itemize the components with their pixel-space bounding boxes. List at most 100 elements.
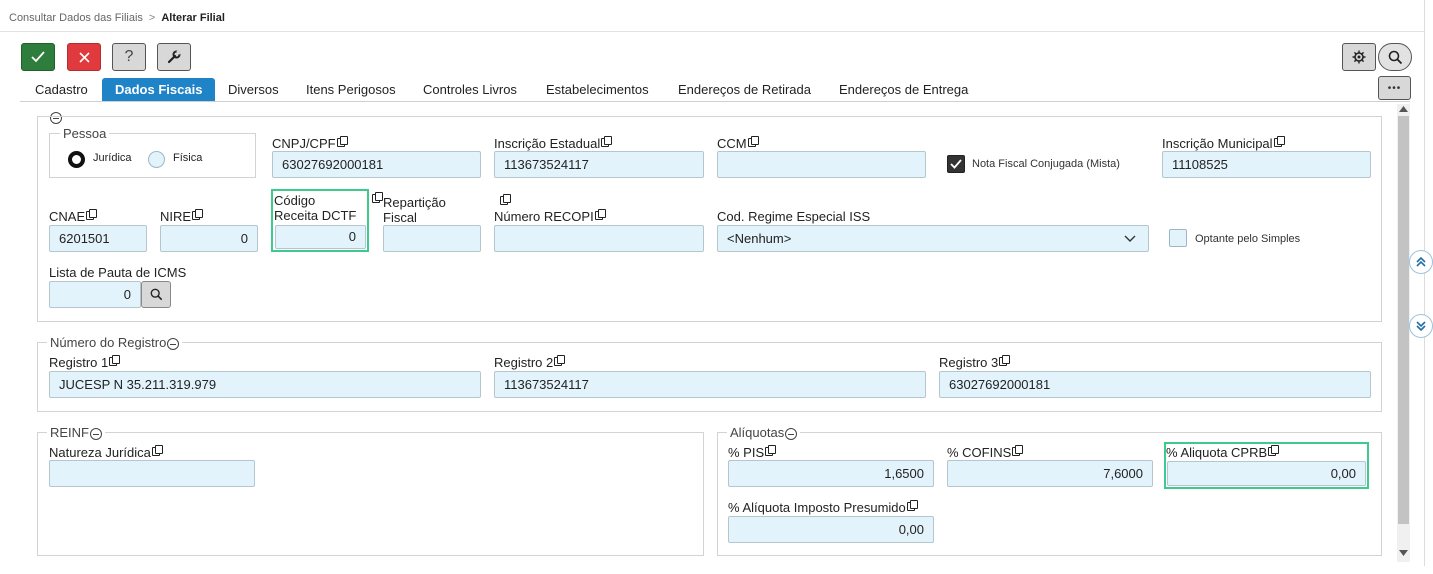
pis-field[interactable]: 1,6500 — [728, 460, 934, 487]
inscricao-municipal-label: Inscrição Municipal — [1162, 136, 1285, 151]
cancel-button[interactable] — [67, 43, 101, 71]
codigo-receita-label: Código Receita DCTF — [274, 193, 357, 223]
tab-diversos[interactable]: Diversos — [215, 78, 292, 101]
scroll-down-icon[interactable] — [1399, 550, 1408, 556]
scroll-top-button[interactable] — [1409, 250, 1433, 274]
ccm-field[interactable] — [717, 151, 926, 178]
copy-icon[interactable] — [765, 445, 777, 456]
tab-cadastro[interactable]: Cadastro — [22, 78, 101, 101]
right-divider — [1424, 0, 1425, 566]
scroll-bottom-button[interactable] — [1409, 314, 1433, 338]
cofins-label: % COFINS — [947, 445, 1024, 460]
registro-1-field[interactable]: JUCESP N 35.211.319.979 — [49, 371, 481, 398]
natureza-juridica-field[interactable] — [49, 460, 255, 487]
tab-controles-livros[interactable]: Controles Livros — [410, 78, 530, 101]
aliquotas-legend: Alíquotas — [727, 425, 801, 440]
tools-button[interactable] — [157, 43, 191, 71]
copy-icon[interactable] — [1012, 445, 1024, 456]
nire-field[interactable]: 0 — [160, 225, 258, 252]
pis-label: % PIS — [728, 445, 777, 460]
gear-icon — [1352, 50, 1366, 64]
pauta-icms-label: Lista de Pauta de ICMS — [49, 265, 187, 280]
copy-icon[interactable] — [601, 136, 613, 147]
breadcrumb-parent[interactable]: Consultar Dados das Filiais — [9, 12, 143, 24]
regime-iss-label: Cod. Regime Especial ISS — [717, 209, 871, 224]
cnae-label: CNAE — [49, 209, 98, 224]
tab-enderecos-entrega[interactable]: Endereços de Entrega — [826, 78, 981, 101]
collapse-aliquotas-icon[interactable] — [785, 427, 798, 440]
nota-fiscal-conjugada-label: Nota Fiscal Conjugada (Mista) — [972, 158, 1120, 170]
ccm-label: CCM — [717, 136, 759, 151]
double-chevron-down-icon — [1416, 321, 1426, 331]
optante-simples-checkbox[interactable] — [1169, 229, 1187, 247]
tab-divider — [20, 101, 1410, 102]
registro-2-field[interactable]: 113673524117 — [494, 371, 926, 398]
nota-fiscal-conjugada-checkbox[interactable] — [947, 155, 965, 173]
scrollbar-thumb[interactable] — [1398, 116, 1409, 524]
codigo-receita-field[interactable]: 0 — [275, 225, 366, 249]
reinf-legend: REINF — [47, 425, 105, 440]
copy-icon[interactable] — [999, 355, 1011, 366]
copy-icon[interactable] — [594, 209, 606, 220]
wrench-icon — [167, 50, 181, 64]
cnae-field[interactable]: 6201501 — [49, 225, 147, 252]
nire-label: NIRE — [160, 209, 204, 224]
help-button[interactable]: ? — [112, 43, 146, 71]
collapse-reinf-icon[interactable] — [90, 427, 102, 440]
inscricao-estadual-label: Inscrição Estadual — [494, 136, 613, 151]
pessoa-legend: Pessoa — [60, 126, 110, 141]
recopi-field[interactable] — [494, 225, 704, 252]
copy-icon[interactable] — [86, 209, 98, 220]
scroll-up-icon[interactable] — [1399, 106, 1408, 112]
copy-icon[interactable] — [336, 136, 348, 147]
registro-3-label: Registro 3 — [939, 355, 1011, 370]
copy-icon[interactable] — [109, 355, 121, 366]
registro-legend: Número do Registro — [47, 335, 183, 350]
close-icon — [78, 51, 90, 63]
tab-estabelecimentos[interactable]: Estabelecimentos — [533, 78, 662, 101]
reparticao-field[interactable] — [383, 225, 481, 252]
regime-iss-select[interactable]: <Nenhum> — [717, 225, 1149, 252]
radio-fisica[interactable] — [148, 151, 165, 168]
registro-3-field[interactable]: 63027692000181 — [939, 371, 1371, 398]
more-button[interactable]: ••• — [1378, 76, 1411, 100]
pauta-icms-search-button[interactable] — [141, 281, 171, 308]
check-icon — [31, 51, 45, 63]
cnpj-field[interactable]: 63027692000181 — [272, 151, 481, 178]
copy-icon[interactable] — [192, 209, 204, 220]
confirm-button[interactable] — [21, 43, 55, 71]
tab-enderecos-retirada[interactable]: Endereços de Retirada — [665, 78, 824, 101]
presumido-label: % Alíquota Imposto Presumido — [728, 500, 918, 515]
cnpj-label: CNPJ/CPF — [272, 136, 348, 151]
registro-2-label: Registro 2 — [494, 355, 566, 370]
copy-icon[interactable] — [1268, 445, 1280, 456]
check-icon — [950, 159, 962, 169]
copy-icon[interactable] — [747, 136, 759, 147]
cprb-field[interactable]: 0,00 — [1167, 461, 1366, 486]
inscricao-municipal-field[interactable]: 11108525 — [1162, 151, 1371, 178]
tab-dados-fiscais[interactable]: Dados Fiscais — [102, 78, 216, 101]
breadcrumb-current: Alterar Filial — [161, 12, 225, 24]
settings-button[interactable] — [1342, 43, 1376, 71]
tab-itens-perigosos[interactable]: Itens Perigosos — [293, 78, 409, 101]
cofins-field[interactable]: 7,6000 — [947, 460, 1153, 487]
presumido-field[interactable]: 0,00 — [728, 516, 934, 543]
breadcrumb: Consultar Dados das Filiais > Alterar Fili… — [9, 12, 225, 24]
inscricao-estadual-field[interactable]: 113673524117 — [494, 151, 704, 178]
search-button[interactable] — [1378, 43, 1412, 71]
double-chevron-up-icon — [1416, 257, 1426, 267]
collapse-registro-icon[interactable] — [167, 337, 180, 350]
copy-icon[interactable] — [1273, 136, 1285, 147]
recopi-label: Número RECOPI — [494, 209, 606, 224]
natureza-juridica-label: Natureza Jurídica — [49, 445, 163, 460]
search-icon — [150, 288, 162, 301]
radio-juridica[interactable] — [68, 151, 85, 168]
copy-icon[interactable] — [554, 355, 566, 366]
pauta-icms-field[interactable]: 0 — [49, 281, 141, 308]
copy-icon[interactable] — [500, 194, 512, 205]
registro-1-label: Registro 1 — [49, 355, 121, 370]
regime-iss-value: <Nenhum> — [727, 231, 792, 246]
copy-icon[interactable] — [906, 500, 918, 511]
copy-icon[interactable] — [151, 445, 163, 456]
copy-icon[interactable] — [371, 192, 383, 203]
